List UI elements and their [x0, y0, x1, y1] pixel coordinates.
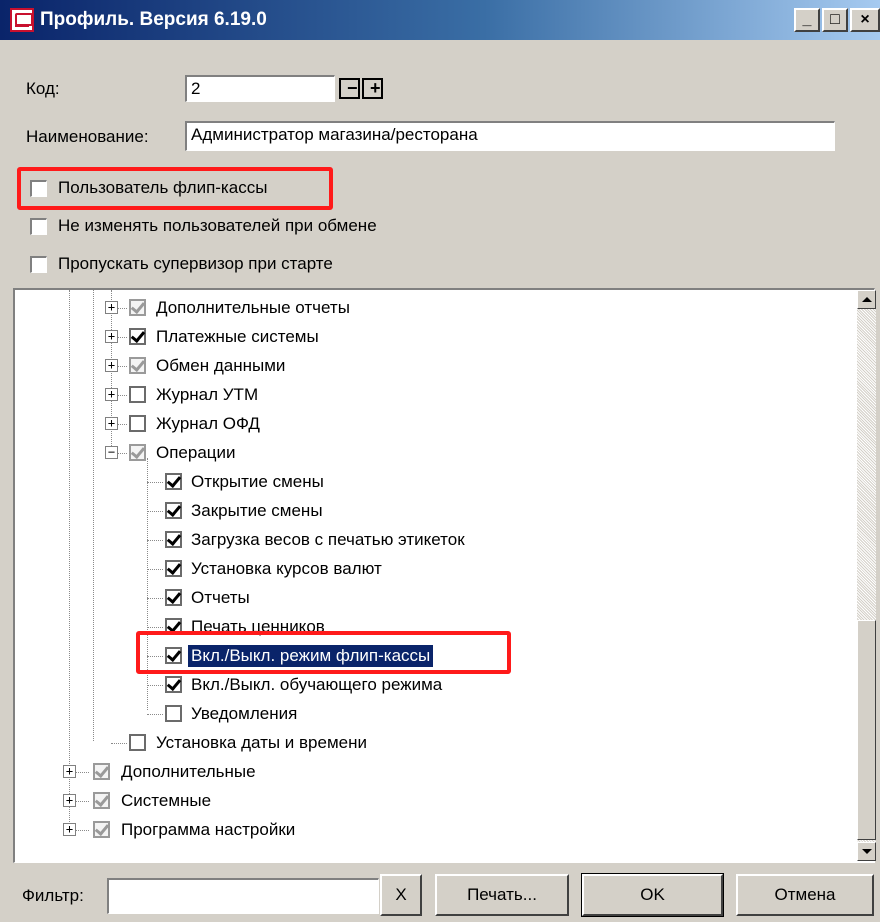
- close-button[interactable]: ×: [850, 8, 880, 32]
- tree-connector: [93, 290, 94, 741]
- option-label: Пропускать супервизор при старте: [58, 254, 333, 273]
- tree-connector: [111, 743, 127, 744]
- tree-checkbox[interactable]: [165, 473, 182, 490]
- tree-connector: [147, 511, 163, 512]
- tree-checkbox[interactable]: [93, 821, 110, 838]
- tree-checkbox[interactable]: [165, 647, 182, 664]
- tree-connector: [69, 290, 70, 830]
- option-checkbox[interactable]: [30, 180, 47, 197]
- tree-expander[interactable]: +: [105, 301, 118, 314]
- tree-checkbox[interactable]: [129, 328, 146, 345]
- maximize-button[interactable]: □: [822, 8, 848, 32]
- tree-item-label: Дополнительные: [121, 762, 256, 781]
- tree-checkbox[interactable]: [165, 705, 182, 722]
- arrow-up-icon: [862, 297, 872, 302]
- tree-expander[interactable]: +: [63, 794, 76, 807]
- tree-expander[interactable]: +: [105, 359, 118, 372]
- tree-checkbox[interactable]: [93, 763, 110, 780]
- tree-connector: [147, 656, 163, 657]
- tree-checkbox[interactable]: [165, 676, 182, 693]
- ok-button[interactable]: OK: [581, 873, 724, 917]
- tree-expander[interactable]: +: [63, 765, 76, 778]
- tree-item-label: Программа настройки: [121, 820, 296, 839]
- tree-item-label: Системные: [121, 791, 212, 810]
- title-bar[interactable]: Профиль. Версия 6.19.0 _ □ ×: [0, 0, 880, 40]
- option-label: Пользователь флип-кассы: [58, 178, 268, 197]
- arrow-down-icon: [862, 849, 872, 854]
- name-input[interactable]: Администратор магазина/ресторана: [185, 121, 835, 151]
- tree-expander[interactable]: +: [105, 388, 118, 401]
- tree-connector: [147, 714, 163, 715]
- tree-connector: [147, 482, 163, 483]
- clear-filter-button[interactable]: X: [380, 874, 422, 916]
- tree-expander[interactable]: −: [105, 446, 118, 459]
- option-label: Не изменять пользователей при обмене: [58, 216, 377, 235]
- tree-item-label: Уведомления: [191, 704, 298, 723]
- tree-checkbox[interactable]: [129, 415, 146, 432]
- tree-item-label: Установка курсов валют: [191, 559, 382, 578]
- minimize-button[interactable]: _: [794, 8, 820, 32]
- tree-checkbox[interactable]: [129, 444, 146, 461]
- window-title: Профиль. Версия 6.19.0: [40, 9, 267, 30]
- tree-checkbox[interactable]: [129, 357, 146, 374]
- tree-checkbox[interactable]: [129, 734, 146, 751]
- tree-connector: [147, 627, 163, 628]
- tree-expander[interactable]: +: [105, 330, 118, 343]
- tree-item-label: Установка даты и времени: [156, 733, 367, 752]
- scroll-thumb[interactable]: [857, 620, 876, 840]
- tree-expander[interactable]: +: [63, 823, 76, 836]
- tree-item-label: Платежные системы: [156, 327, 319, 346]
- tree-checkbox[interactable]: [165, 560, 182, 577]
- tree-checkbox[interactable]: [165, 531, 182, 548]
- tree-connector: [147, 598, 163, 599]
- name-label: Наименование:: [26, 127, 149, 146]
- tree-item-label: Вкл./Выкл. обучающего режима: [191, 675, 443, 694]
- tree-checkbox[interactable]: [165, 502, 182, 519]
- profile-dialog: Профиль. Версия 6.19.0 _ □ × Код: 2 − + …: [0, 0, 880, 922]
- code-decrement-button[interactable]: −: [339, 78, 360, 99]
- tree-item-label: Операции: [156, 443, 236, 462]
- scroll-down-button[interactable]: [857, 842, 876, 861]
- app-icon: [10, 8, 34, 32]
- filter-input[interactable]: [107, 878, 379, 914]
- tree-item-label: Отчеты: [191, 588, 250, 607]
- filter-label: Фильтр:: [22, 886, 84, 905]
- tree-connector: [147, 569, 163, 570]
- tree-checkbox[interactable]: [165, 618, 182, 635]
- tree-item-label: Печать ценников: [191, 617, 325, 636]
- tree-connector: [147, 458, 148, 710]
- code-increment-button[interactable]: +: [362, 78, 383, 99]
- tree-item-label: Обмен данными: [156, 356, 286, 375]
- tree-item-label: Загрузка весов с печатью этикеток: [191, 530, 465, 549]
- tree-item-label: Закрытие смены: [191, 501, 323, 520]
- code-label: Код:: [26, 79, 60, 98]
- cancel-button[interactable]: Отмена: [736, 874, 874, 916]
- tree-item-label: Дополнительные отчеты: [156, 298, 350, 317]
- option-checkbox[interactable]: [30, 256, 47, 273]
- scroll-up-button[interactable]: [857, 290, 876, 309]
- code-input[interactable]: 2: [185, 75, 335, 102]
- option-checkbox[interactable]: [30, 218, 47, 235]
- permissions-tree[interactable]: + Дополнительные отчеты + Платежные сист…: [13, 288, 875, 863]
- tree-item-label: Журнал ОФД: [156, 414, 260, 433]
- tree-connector: [147, 540, 163, 541]
- tree-item-label: Журнал УТМ: [156, 385, 259, 404]
- tree-expander[interactable]: +: [105, 417, 118, 430]
- tree-scrollbar[interactable]: [857, 290, 876, 861]
- tree-connector: [147, 685, 163, 686]
- tree-checkbox[interactable]: [165, 589, 182, 606]
- tree-item-label: Вкл./Выкл. режим флип-кассы: [188, 645, 434, 667]
- print-button[interactable]: Печать...: [435, 874, 569, 916]
- tree-checkbox[interactable]: [129, 299, 146, 316]
- tree-checkbox[interactable]: [129, 386, 146, 403]
- tree-checkbox[interactable]: [93, 792, 110, 809]
- tree-item-label: Открытие смены: [191, 472, 324, 491]
